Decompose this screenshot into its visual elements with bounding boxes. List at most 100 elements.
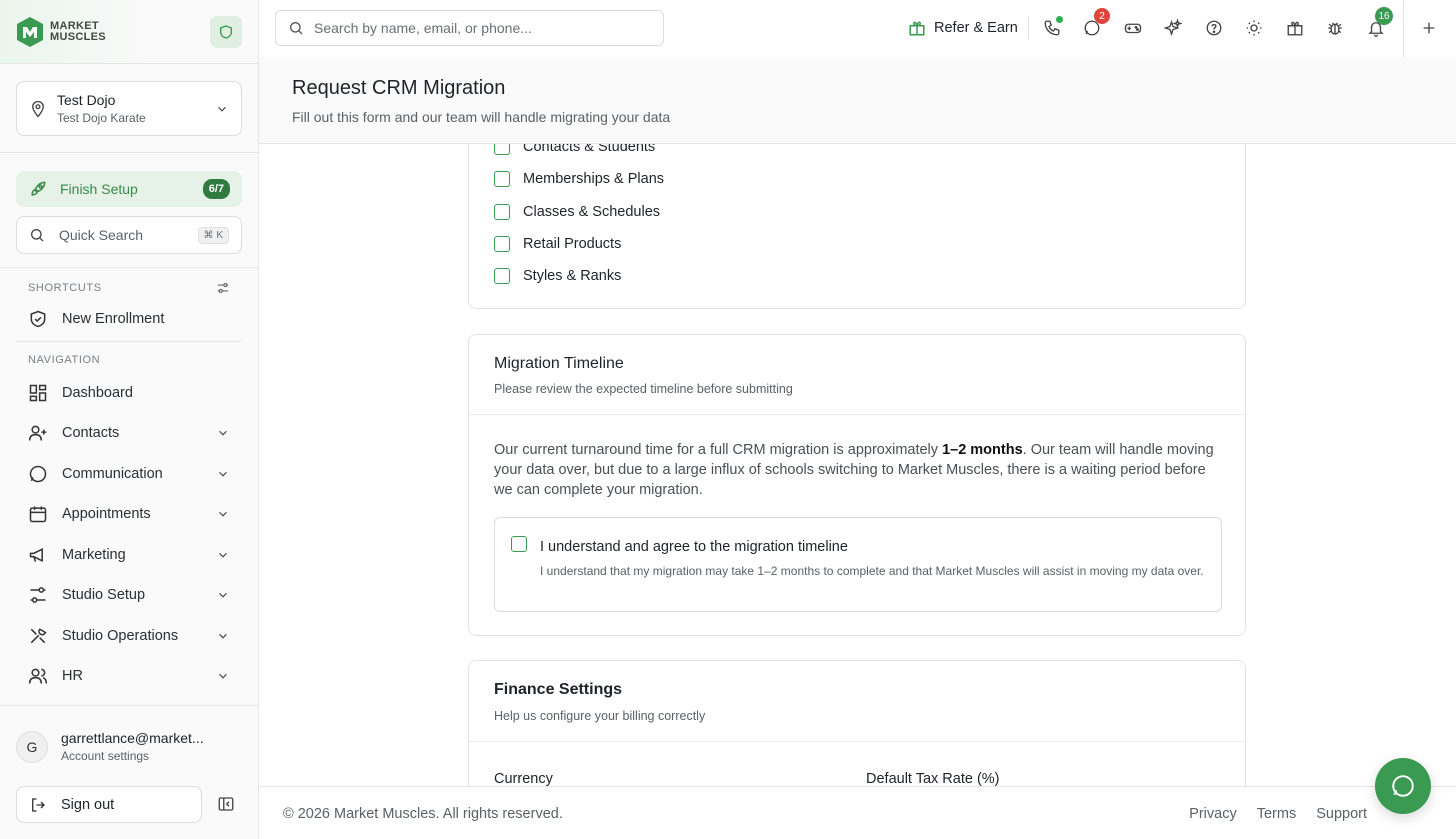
chevron-down-icon (219, 673, 227, 679)
chat-button[interactable] (1375, 758, 1431, 814)
messages-count-badge: 2 (1094, 8, 1110, 24)
checkbox[interactable] (494, 204, 510, 220)
ai-sparkles-button[interactable] (1161, 16, 1185, 40)
checkbox-classes-schedules[interactable]: Classes & Schedules (494, 204, 660, 220)
create-new-button[interactable] (1417, 16, 1441, 40)
help-circle-icon (1206, 20, 1222, 36)
rewards-button[interactable] (1283, 16, 1307, 40)
quick-search-label: Quick Search (59, 227, 144, 243)
help-button[interactable] (1202, 16, 1226, 40)
bug-icon (1328, 22, 1342, 35)
shortcuts-heading: SHORTCUTS (28, 282, 102, 294)
calendar-icon (29, 506, 47, 523)
privacy-link[interactable]: Privacy (1189, 806, 1237, 822)
checkbox[interactable] (494, 171, 510, 187)
phone-button[interactable] (1040, 16, 1064, 40)
quick-search-button[interactable]: Quick Search ⌘ K (16, 216, 242, 254)
keyboard-shortcut-hint: ⌘ K (197, 226, 229, 244)
nav-item-marketing[interactable]: Marketing (16, 536, 242, 574)
checkbox-memberships-plans[interactable]: Memberships & Plans (494, 171, 664, 187)
page-title: Request CRM Migration (292, 77, 506, 99)
divider (0, 152, 259, 153)
card-title: Finance Settings (494, 681, 623, 698)
sun-icon (1246, 20, 1262, 36)
chevron-down-icon (219, 511, 227, 517)
checkbox[interactable] (494, 144, 510, 155)
checkbox[interactable] (494, 236, 510, 252)
divider (1403, 0, 1404, 57)
chevron-down-icon (219, 552, 227, 558)
divider (469, 741, 1245, 742)
nav-item-hr[interactable]: HR (16, 657, 242, 695)
map-pin-icon (32, 100, 44, 118)
card-subtitle: Help us configure your billing correctly (494, 709, 706, 723)
support-link[interactable]: Support (1316, 806, 1367, 822)
account-settings-link[interactable]: G garrettlance@market... Account setting… (16, 730, 242, 763)
chevron-down-icon (219, 430, 227, 436)
agree-timeline-option[interactable]: I understand and agree to the migration … (494, 517, 1222, 612)
account-email: garrettlance@market... (61, 730, 204, 746)
currency-label: Currency (494, 771, 553, 786)
card-title: Migration Timeline (494, 355, 624, 372)
nav-item-dashboard[interactable]: Dashboard (16, 374, 242, 412)
report-bug-button[interactable] (1323, 16, 1347, 40)
plus-icon (1423, 22, 1435, 34)
nav-label: Appointments (62, 506, 151, 522)
checkbox-label: Classes & Schedules (523, 204, 661, 220)
finish-setup-button[interactable]: Finish Setup 6/7 (16, 171, 242, 207)
checkbox-styles-ranks[interactable]: Styles & Ranks (494, 268, 621, 284)
checkbox-label: Retail Products (523, 236, 622, 252)
nav-label: Contacts (62, 425, 120, 441)
notifications-button[interactable]: 16 (1364, 7, 1393, 40)
messages-button[interactable]: 2 (1080, 8, 1110, 40)
sign-out-label: Sign out (61, 796, 115, 813)
nav-label: Studio Setup (62, 587, 146, 603)
market-muscles-logo-icon (17, 16, 43, 47)
brand-line-2: MUSCLES (50, 30, 106, 43)
nav-item-appointments[interactable]: Appointments (16, 495, 242, 533)
refer-and-earn-label: Refer & Earn (934, 20, 1018, 36)
gamepad-icon (1124, 23, 1142, 34)
theme-toggle-button[interactable] (1242, 16, 1266, 40)
sidebar: MARKET MUSCLES Test Dojo Test Dojo Karat… (0, 0, 259, 839)
search-icon (31, 229, 44, 242)
footer: © 2026 Market Muscles. All rights reserv… (259, 786, 1456, 839)
brand-line-1: MARKET (50, 19, 99, 32)
divider (16, 341, 242, 342)
gift-icon (909, 21, 925, 36)
nav-label: Dashboard (62, 385, 133, 401)
location-selector[interactable]: Test Dojo Test Dojo Karate (16, 81, 242, 136)
gamepad-button[interactable] (1121, 16, 1145, 40)
checkbox[interactable] (494, 268, 510, 284)
sign-out-button[interactable]: Sign out (16, 786, 202, 823)
data-types-card: Contacts & Students Memberships & Plans … (468, 144, 1246, 309)
chevron-down-icon (218, 106, 226, 112)
timeline-duration: 1–2 months (942, 442, 1023, 458)
shortcut-new-enrollment[interactable]: New Enrollment (16, 300, 242, 338)
nav-item-contacts[interactable]: Contacts (16, 414, 242, 452)
online-status-dot (1056, 16, 1063, 23)
timeline-text-start: Our current turnaround time for a full C… (494, 442, 943, 458)
divider (469, 414, 1245, 415)
nav-item-communication[interactable]: Communication (16, 455, 242, 493)
global-search[interactable] (275, 10, 664, 46)
search-input[interactable] (314, 20, 644, 36)
nav-label: HR (62, 668, 83, 684)
customize-shortcuts-icon[interactable] (216, 281, 230, 295)
nav-item-studio-operations[interactable]: Studio Operations (16, 617, 242, 655)
shield-icon (220, 24, 232, 39)
terms-link[interactable]: Terms (1257, 806, 1296, 822)
notifications-count-badge: 16 (1375, 7, 1393, 25)
collapse-sidebar-icon[interactable] (217, 795, 235, 813)
divider (0, 267, 259, 268)
agree-checkbox[interactable] (511, 536, 527, 552)
account-settings-label: Account settings (61, 749, 150, 763)
checkbox-retail-products[interactable]: Retail Products (494, 236, 621, 252)
migration-timeline-card: Migration Timeline Please review the exp… (468, 334, 1246, 636)
shield-check-icon (30, 310, 46, 328)
refer-and-earn-button[interactable]: Refer & Earn (908, 14, 1018, 42)
nav-item-studio-setup[interactable]: Studio Setup (16, 576, 242, 614)
chevron-down-icon (219, 633, 227, 639)
checkbox-contacts-students[interactable]: Contacts & Students (494, 144, 655, 155)
admin-shield-button[interactable] (210, 15, 242, 48)
